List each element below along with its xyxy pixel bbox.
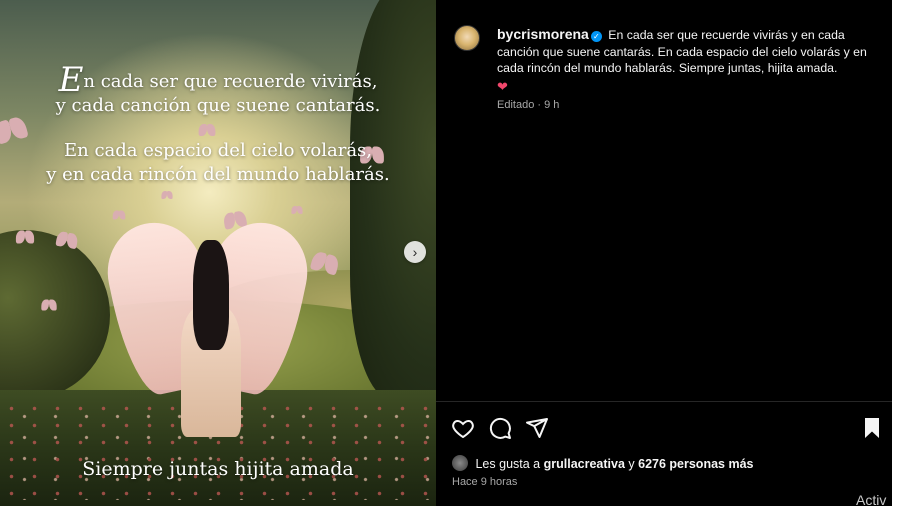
caption-area: bycrismorena ✓ En cada ser que recuerde v… [436, 0, 892, 401]
post-image[interactable]: En cada ser que recuerde vivirás, y cada… [0, 0, 436, 506]
butterfly [198, 124, 216, 136]
hair [193, 240, 229, 350]
liker-avatar [452, 455, 468, 471]
image-quote-bottom: Siempre juntas hijita amada [82, 458, 354, 480]
page-margin [892, 0, 900, 506]
edited-label: Editado · 9 h [497, 99, 560, 111]
likes-prefix: Les gusta a [475, 457, 541, 471]
post-timestamp[interactable]: Hace 9 horas [452, 476, 517, 488]
quote-line-2: y cada canción que suene cantarás. [55, 95, 381, 116]
heart-outline-icon[interactable] [451, 416, 475, 440]
background-tree [350, 0, 436, 400]
paper-plane-icon[interactable] [525, 416, 549, 440]
butterfly [41, 299, 56, 311]
chevron-right-icon[interactable]: › [404, 241, 426, 263]
heart-emoji: ❤ [497, 78, 508, 94]
os-activation-watermark: Activ [856, 492, 887, 506]
post-caption: bycrismorena ✓ En cada ser que recuerde v… [497, 26, 872, 95]
likes-connector: y [628, 457, 635, 471]
likes-count[interactable]: 6276 personas más [638, 457, 753, 471]
quote-line-3: En cada espacio del cielo volarás, [63, 140, 373, 161]
quote-line-1-text: n cada ser que recuerde vivirás, [83, 71, 378, 92]
bookmark-filled-icon[interactable] [860, 416, 884, 440]
image-quote-top: En cada ser que recuerde vivirás, y cada… [0, 63, 436, 118]
likes-summary[interactable]: Les gusta a grullacreativa y 6276 person… [452, 455, 753, 471]
comment-bubble-icon[interactable] [488, 416, 512, 440]
action-bar: Les gusta a grullacreativa y 6276 person… [436, 402, 892, 506]
image-quote-middle: En cada espacio del cielo volarás, y en … [0, 139, 436, 187]
username-link[interactable]: bycrismorena [497, 26, 589, 42]
quote-line-1: En cada ser que recuerde vivirás, [0, 63, 436, 97]
verified-badge-icon: ✓ [590, 31, 602, 42]
avatar[interactable] [454, 25, 480, 51]
liker-username[interactable]: grullacreativa [544, 457, 625, 471]
butterfly [161, 191, 172, 199]
quote-line-4: y en cada rincón del mundo hablarás. [46, 164, 390, 185]
butterfly [291, 206, 302, 214]
butterfly [15, 230, 34, 244]
woman-figure [98, 213, 317, 437]
butterfly [112, 210, 126, 220]
post-side-panel: bycrismorena ✓ En cada ser que recuerde v… [436, 0, 892, 506]
